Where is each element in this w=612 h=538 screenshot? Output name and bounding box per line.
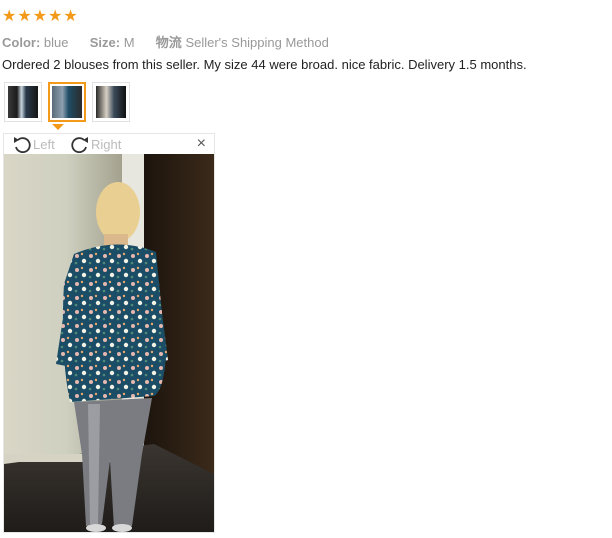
rotate-left-button[interactable]: Left — [12, 135, 55, 153]
viewer-toolbar: Left Right × — [4, 134, 214, 154]
star-icon: ★ — [48, 8, 63, 25]
rotate-left-icon — [14, 137, 31, 153]
color-label: Color: — [2, 35, 41, 50]
thumbnail-active[interactable] — [48, 82, 86, 122]
color-value: blue — [43, 35, 69, 50]
star-icon: ★ — [63, 8, 78, 25]
star-icon: ★ — [17, 8, 32, 25]
thumbnail[interactable] — [92, 82, 130, 122]
star-icon: ★ — [32, 8, 48, 25]
photo-viewer: Left Right × — [3, 133, 215, 533]
rotate-right-button[interactable]: Right — [70, 135, 121, 153]
photo-thumbnails — [4, 82, 130, 122]
star-icon: ★ — [2, 8, 17, 25]
size-value: M — [123, 35, 135, 50]
shipping-label: 物流 — [155, 35, 182, 50]
review-photo — [4, 154, 214, 532]
shipping-value: Seller's Shipping Method — [185, 35, 329, 50]
rating-stars: ★ ★ ★ ★ ★ — [2, 9, 78, 25]
active-thumbnail-caret — [52, 124, 64, 130]
close-icon[interactable]: × — [197, 135, 206, 153]
order-attributes: Color: blue Size: M 物流 Seller's Shipping… — [2, 32, 329, 51]
review-text: Ordered 2 blouses from this seller. My s… — [2, 57, 527, 72]
size-label: Size: — [89, 35, 121, 50]
rotate-left-label: Left — [33, 136, 55, 152]
rotate-right-icon — [71, 137, 88, 153]
rotate-right-label: Right — [91, 136, 122, 152]
thumbnail[interactable] — [4, 82, 42, 122]
